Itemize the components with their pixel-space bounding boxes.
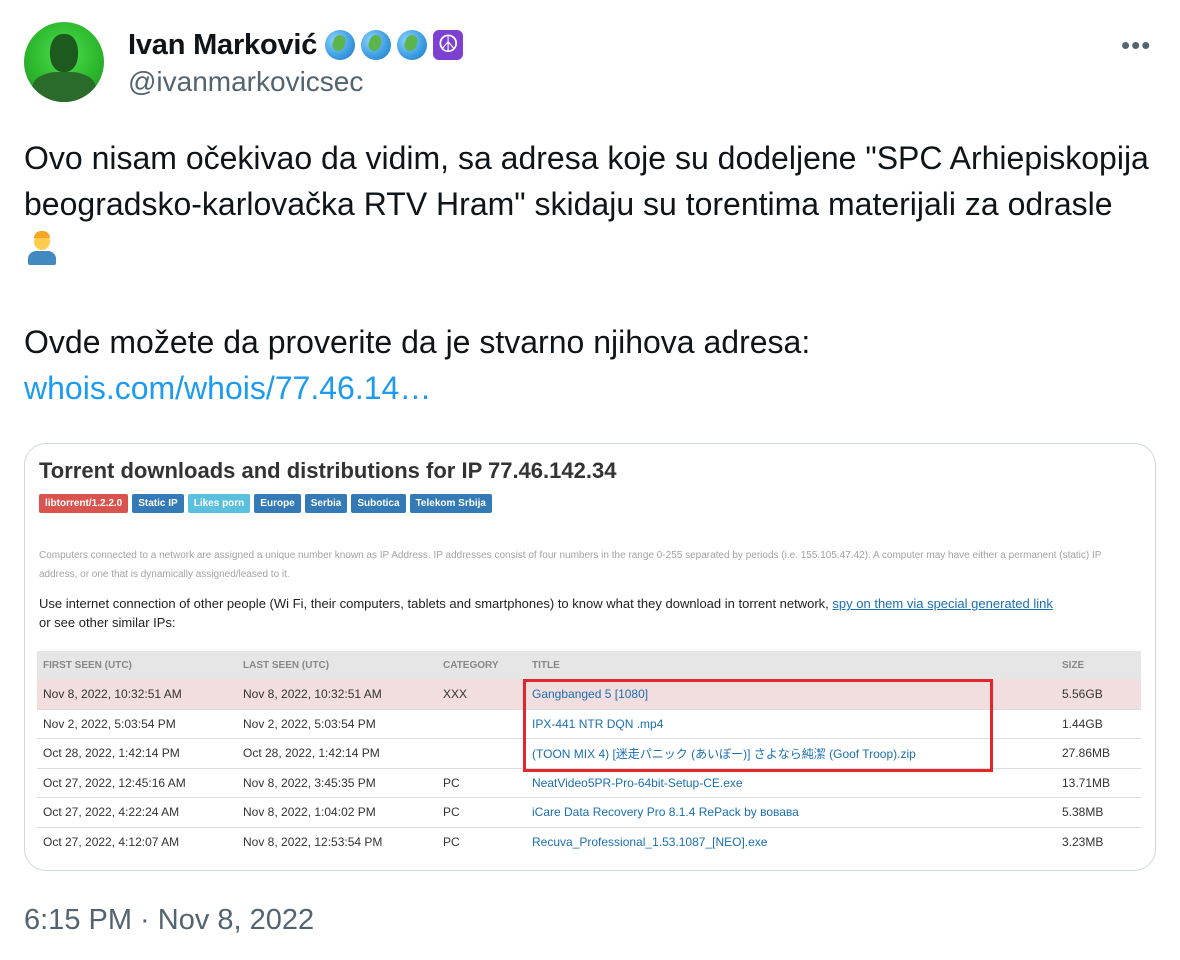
tweet-text: Ovo nisam očekivao da vidim, sa adresa k… <box>24 135 1154 411</box>
avatar-head <box>50 34 78 72</box>
use-connection-text: Use internet connection of other people … <box>39 594 1149 632</box>
cell-size: 3.23MB <box>1062 834 1104 849</box>
ip-address-note: Computers connected to a network are ass… <box>39 550 1102 580</box>
table-header: FIRST SEEN (UTC) LAST SEEN (UTC) CATEGOR… <box>37 651 1141 679</box>
table-row: Oct 27, 2022, 4:22:24 AM Nov 8, 2022, 1:… <box>37 797 1141 827</box>
badge-europe: Europe <box>254 494 301 513</box>
man-shrugging-icon <box>24 231 60 267</box>
badge-list: libtorrent/1.2.2.0 Static IP Likes porn … <box>39 494 492 513</box>
cell-first-seen: Nov 2, 2022, 5:03:54 PM <box>43 716 176 731</box>
table-row: Oct 27, 2022, 4:12:07 AM Nov 8, 2022, 12… <box>37 826 1141 857</box>
card-title: Torrent downloads and distributions for … <box>39 458 617 483</box>
embedded-screenshot[interactable]: Torrent downloads and distributions for … <box>24 443 1156 871</box>
cell-category: PC <box>443 805 460 820</box>
tweet-line-2: Ovde možete da proverite da je stvarno n… <box>24 324 811 360</box>
use-text: Use internet connection of other people … <box>39 596 829 611</box>
cell-size: 5.38MB <box>1062 805 1104 820</box>
globe-asia-icon <box>397 30 428 60</box>
author-name[interactable]: Ivan Marković <box>128 29 317 62</box>
cell-title-link[interactable]: NeatVideo5PR-Pro-64bit-Setup-CE.exe <box>532 776 1062 790</box>
col-size: SIZE <box>1062 659 1085 671</box>
cell-first-seen: Oct 27, 2022, 4:12:07 AM <box>43 834 180 849</box>
globe-americas-icon <box>325 30 356 60</box>
col-title: TITLE <box>532 659 560 671</box>
badge-libtorrent: libtorrent/1.2.2.0 <box>39 494 129 513</box>
highlight-box <box>523 679 993 772</box>
globe-africa-icon <box>361 30 392 60</box>
cell-size: 27.86MB <box>1062 746 1111 761</box>
badge-serbia: Serbia <box>304 494 348 513</box>
cell-title-link[interactable]: Recuva_Professional_1.53.1087_[NEO].exe <box>532 835 1062 849</box>
cell-last-seen: Nov 8, 2022, 12:53:54 PM <box>243 834 383 849</box>
peace-symbol-icon: ☮ <box>433 30 464 60</box>
cell-title-link[interactable]: iCare Data Recovery Pro 8.1.4 RePack by … <box>532 805 1062 819</box>
cell-size: 13.71MB <box>1062 775 1111 790</box>
col-category: CATEGORY <box>443 659 499 671</box>
col-first-seen: FIRST SEEN (UTC) <box>43 659 132 671</box>
author-emojis: ☮ <box>325 30 464 60</box>
spy-link[interactable]: spy on them via special generated link <box>832 596 1052 611</box>
tweet-timestamp[interactable]: 6:15 PM · Nov 8, 2022 <box>24 904 314 937</box>
cell-last-seen: Nov 8, 2022, 10:32:51 AM <box>243 686 382 701</box>
cell-last-seen: Nov 8, 2022, 3:45:35 PM <box>243 775 376 790</box>
cell-first-seen: Oct 28, 2022, 1:42:14 PM <box>43 746 180 761</box>
author-handle[interactable]: @ivanmarkovicsec <box>128 66 363 98</box>
cell-first-seen: Nov 8, 2022, 10:32:51 AM <box>43 686 182 701</box>
tweet-line-1: Ovo nisam očekivao da vidim, sa adresa k… <box>24 140 1149 222</box>
author-name-row: Ivan Marković ☮ <box>128 28 464 62</box>
badge-static-ip: Static IP <box>132 494 184 513</box>
cell-category: PC <box>443 834 460 849</box>
cell-last-seen: Oct 28, 2022, 1:42:14 PM <box>243 746 380 761</box>
cell-size: 5.56GB <box>1062 686 1103 701</box>
cell-first-seen: Oct 27, 2022, 12:45:16 AM <box>43 775 186 790</box>
cell-category: PC <box>443 775 460 790</box>
col-last-seen: LAST SEEN (UTC) <box>243 659 330 671</box>
avatar-body <box>32 72 96 102</box>
author-avatar[interactable] <box>24 22 104 102</box>
use-tail: or see other similar IPs: <box>39 615 176 630</box>
whois-link[interactable]: whois.com/whois/77.46.14… <box>24 370 431 406</box>
cell-size: 1.44GB <box>1062 716 1103 731</box>
badge-telekom-srbija: Telekom Srbija <box>409 494 492 513</box>
badge-likes-porn: Likes porn <box>187 494 251 513</box>
cell-last-seen: Nov 8, 2022, 1:04:02 PM <box>243 805 376 820</box>
cell-category: XXX <box>443 686 468 701</box>
cell-first-seen: Oct 27, 2022, 4:22:24 AM <box>43 805 180 820</box>
cell-last-seen: Nov 2, 2022, 5:03:54 PM <box>243 716 376 731</box>
badge-subotica: Subotica <box>351 494 406 513</box>
more-options-icon[interactable]: ••• <box>1121 30 1151 61</box>
